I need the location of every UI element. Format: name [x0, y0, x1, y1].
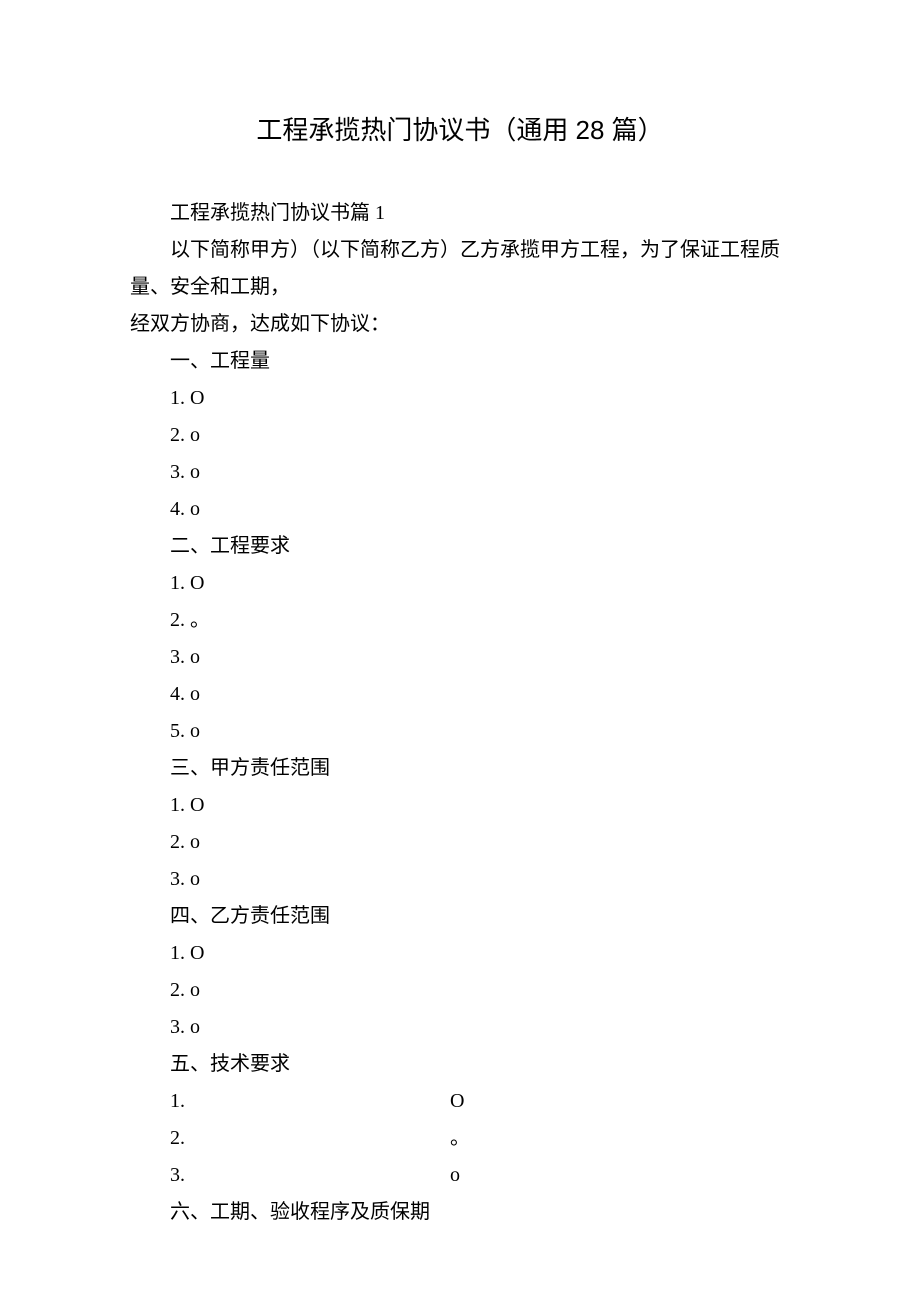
- section-4-heading: 四、乙方责任范围: [130, 898, 790, 935]
- item-number: 1.: [130, 1083, 450, 1120]
- item-number: 3.: [130, 1157, 450, 1194]
- section-3-heading: 三、甲方责任范围: [130, 750, 790, 787]
- paragraph-1: 工程承揽热门协议书篇 1: [130, 195, 790, 232]
- list-item: 2. 。: [130, 1120, 790, 1157]
- item-number: 2.: [130, 1120, 450, 1157]
- document-title: 工程承揽热门协议书（通用 28 篇）: [130, 110, 790, 147]
- list-item: 1. O: [130, 935, 790, 972]
- list-item: 1. O: [130, 787, 790, 824]
- list-item: 2. 。: [130, 602, 790, 639]
- paragraph-2: 以下简称甲方）（以下简称乙方）乙方承揽甲方工程，为了保证工程质量、安全和工期，: [130, 232, 790, 306]
- list-item: 4. o: [130, 676, 790, 713]
- list-item: 3. o: [130, 639, 790, 676]
- section-2-heading: 二、工程要求: [130, 528, 790, 565]
- list-item: 1. O: [130, 565, 790, 602]
- section-5-heading: 五、技术要求: [130, 1046, 790, 1083]
- list-item: 3. o: [130, 1009, 790, 1046]
- item-mark: 。: [450, 1120, 470, 1157]
- list-item: 4. o: [130, 491, 790, 528]
- list-item: 1. O: [130, 380, 790, 417]
- list-item: 3. o: [130, 861, 790, 898]
- section-1-heading: 一、工程量: [130, 343, 790, 380]
- section-6-heading: 六、工期、验收程序及质保期: [130, 1194, 790, 1231]
- item-mark: o: [450, 1157, 460, 1194]
- list-item: 2. o: [130, 972, 790, 1009]
- list-item: 1. O: [130, 1083, 790, 1120]
- paragraph-3: 经双方协商，达成如下协议：: [130, 306, 790, 343]
- list-item: 2. o: [130, 824, 790, 861]
- item-mark: O: [450, 1083, 464, 1120]
- list-item: 3. o: [130, 454, 790, 491]
- list-item: 3. o: [130, 1157, 790, 1194]
- list-item: 2. o: [130, 417, 790, 454]
- list-item: 5. o: [130, 713, 790, 750]
